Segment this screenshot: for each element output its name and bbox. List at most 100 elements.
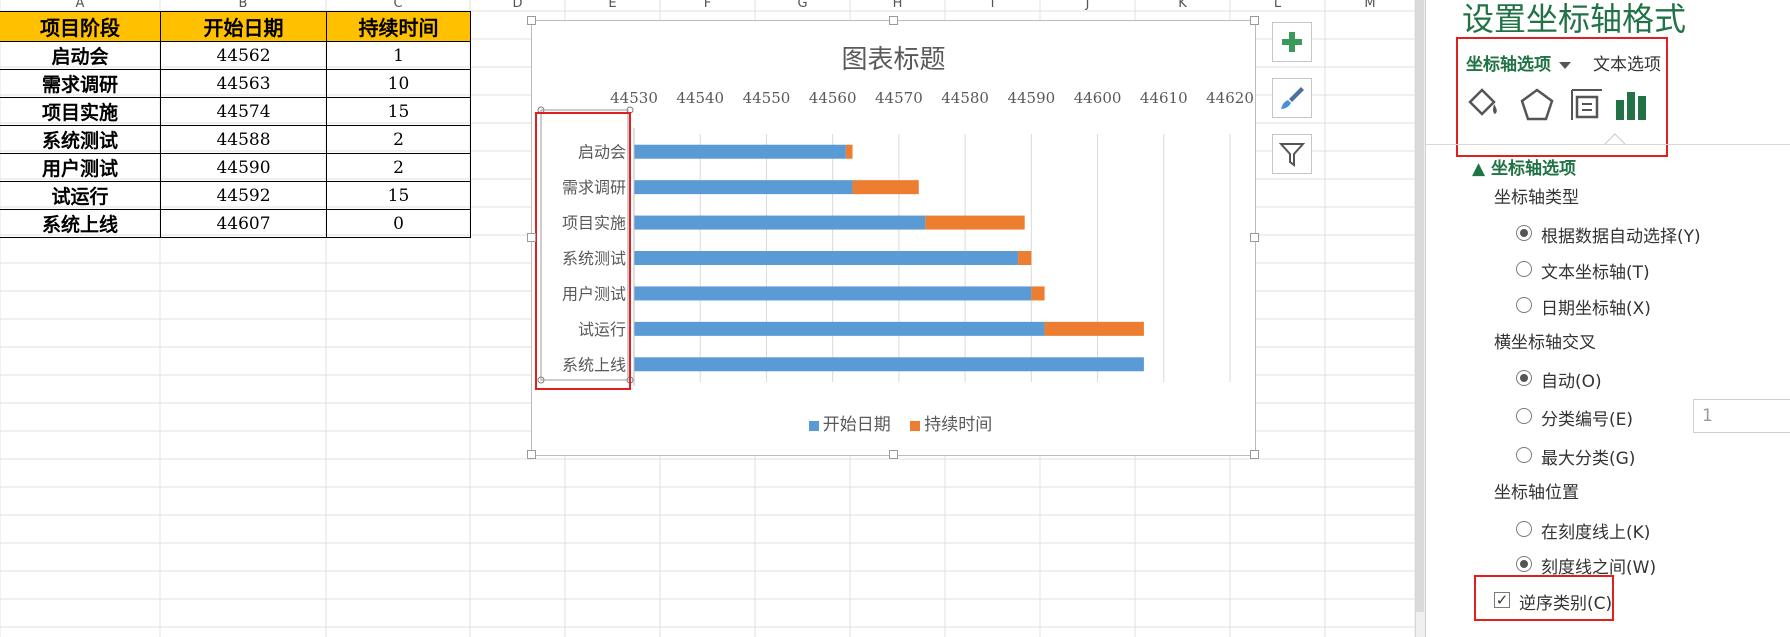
- header-stage[interactable]: 项目阶段: [0, 11, 161, 42]
- radio-text-axis[interactable]: [1516, 261, 1532, 277]
- cell-stage[interactable]: 试运行: [0, 181, 161, 210]
- table-row: 项目实施 44574 15: [0, 97, 471, 126]
- cell-stage[interactable]: 用户测试: [0, 153, 161, 182]
- cell-stage[interactable]: 系统测试: [0, 125, 161, 154]
- radio-max-category-label[interactable]: 最大分类(G): [1541, 444, 1635, 469]
- column-header-i[interactable]: I: [945, 0, 1040, 10]
- column-header-j[interactable]: J: [1040, 0, 1135, 10]
- bar-duration[interactable]: [845, 144, 853, 159]
- bar-start-date[interactable]: [634, 357, 1144, 372]
- bar-start-date[interactable]: [634, 321, 1045, 336]
- chart-filters-button[interactable]: [1272, 134, 1312, 174]
- radio-between-tick-marks[interactable]: [1516, 556, 1532, 572]
- radio-text-axis-label[interactable]: 文本坐标轴(T): [1541, 258, 1650, 283]
- radio-max-category[interactable]: [1516, 447, 1532, 463]
- pane-separator: [1426, 144, 1790, 145]
- section-axis-options[interactable]: ▲ 坐标轴选项: [1472, 154, 1576, 179]
- legend-label-duration: 持续时间: [924, 415, 993, 435]
- cell-start[interactable]: 44607: [160, 209, 327, 238]
- x-tick-label: 44610: [1140, 89, 1188, 107]
- data-table[interactable]: 项目阶段 开始日期 持续时间 启动会 44562 1 需求调研 44563 10 项目实…: [0, 11, 471, 238]
- radio-cross-auto[interactable]: [1516, 370, 1532, 386]
- cell-stage[interactable]: 系统上线: [0, 209, 161, 238]
- category-axis-highlight: [535, 112, 631, 390]
- radio-on-tick-marks-label[interactable]: 在刻度线上(K): [1541, 518, 1650, 543]
- filter-icon: [1279, 143, 1305, 167]
- category-number-input[interactable]: 1: [1693, 399, 1790, 433]
- x-tick-label: 44590: [1007, 89, 1055, 107]
- radio-cross-auto-label[interactable]: 自动(O): [1541, 367, 1602, 392]
- radio-category-number[interactable]: [1516, 408, 1532, 424]
- x-tick-label: 44570: [875, 89, 923, 107]
- column-header-k[interactable]: K: [1135, 0, 1230, 10]
- bar-start-date[interactable]: [634, 286, 1032, 301]
- section-title: 坐标轴选项: [1491, 159, 1576, 179]
- cell-duration[interactable]: 15: [326, 181, 471, 210]
- cell-stage[interactable]: 项目实施: [0, 97, 161, 126]
- bar-start-date[interactable]: [634, 144, 846, 159]
- cell-start[interactable]: 44574: [160, 97, 327, 126]
- chart-legend[interactable]: 开始日期 持续时间: [532, 410, 1255, 435]
- column-header-b[interactable]: B: [160, 0, 326, 10]
- chart-resize-handle[interactable]: [889, 16, 898, 25]
- bar-duration[interactable]: [1044, 321, 1144, 336]
- chart-plot-area[interactable]: 44530 44540 44550 44560 44570 44580 44590 44600…: [532, 21, 1255, 455]
- column-header-l[interactable]: L: [1230, 0, 1325, 10]
- chart-resize-handle[interactable]: [527, 233, 536, 242]
- chart-elements-button[interactable]: [1272, 22, 1312, 62]
- chart-resize-handle[interactable]: [1250, 16, 1259, 25]
- header-start-date[interactable]: 开始日期: [160, 11, 327, 42]
- cell-start[interactable]: 44592: [160, 181, 327, 210]
- column-header-e[interactable]: E: [565, 0, 660, 10]
- bar-start-date[interactable]: [634, 251, 1019, 265]
- cell-start[interactable]: 44562: [160, 41, 327, 70]
- chart-resize-handle[interactable]: [1250, 233, 1259, 242]
- column-header-d[interactable]: D: [470, 0, 565, 10]
- radio-auto-select[interactable]: [1516, 225, 1532, 241]
- x-tick-label: 44580: [941, 89, 989, 107]
- cell-duration[interactable]: 1: [326, 41, 471, 70]
- column-header-h[interactable]: H: [850, 0, 945, 10]
- chart-styles-button[interactable]: [1272, 78, 1312, 118]
- bar-duration[interactable]: [1018, 251, 1032, 265]
- column-header-m[interactable]: M: [1325, 0, 1415, 10]
- cell-duration[interactable]: 2: [326, 153, 471, 182]
- radio-auto-select-label[interactable]: 根据数据自动选择(Y): [1541, 222, 1701, 247]
- cell-duration[interactable]: 0: [326, 209, 471, 238]
- table-header-row: 项目阶段 开始日期 持续时间: [0, 11, 471, 42]
- cell-duration[interactable]: 10: [326, 69, 471, 98]
- column-header-f[interactable]: F: [660, 0, 755, 10]
- bar-duration[interactable]: [1031, 286, 1045, 301]
- column-header-a[interactable]: A: [0, 0, 160, 10]
- column-header-g[interactable]: G: [755, 0, 850, 10]
- radio-date-axis-label[interactable]: 日期坐标轴(X): [1541, 294, 1651, 319]
- spreadsheet-area[interactable]: ABCDEFGHIJKLM 项目阶段 开始日期 持续时间 启动会 44562 1 需…: [0, 0, 1415, 637]
- bar-start-date[interactable]: [634, 180, 853, 195]
- scrollbar-thumb[interactable]: [1416, 0, 1424, 612]
- chart-resize-handle[interactable]: [889, 450, 898, 459]
- plus-icon: [1282, 32, 1302, 52]
- legend-label-start: 开始日期: [822, 415, 891, 435]
- gantt-chart[interactable]: 图表标题 44530 44540 44550 44560 44570 44580 44590…: [531, 20, 1256, 456]
- bar-start-date[interactable]: [634, 215, 926, 230]
- chart-resize-handle[interactable]: [1250, 450, 1259, 459]
- cell-stage[interactable]: 启动会: [0, 41, 161, 70]
- header-duration[interactable]: 持续时间: [326, 11, 471, 42]
- format-axis-pane: 设置坐标轴格式 坐标轴选项 文本选项 ▲ 坐标轴选项 坐标轴类型 根据数据自动选择…: [1425, 0, 1790, 637]
- chart-resize-handle[interactable]: [527, 450, 536, 459]
- chart-resize-handle[interactable]: [527, 16, 536, 25]
- column-header-c[interactable]: C: [326, 0, 470, 10]
- cell-duration[interactable]: 2: [326, 125, 471, 154]
- cell-start[interactable]: 44563: [160, 69, 327, 98]
- radio-category-number-label[interactable]: 分类编号(E): [1541, 405, 1633, 430]
- cell-start[interactable]: 44588: [160, 125, 327, 154]
- table-row: 试运行 44592 15: [0, 181, 471, 210]
- cell-stage[interactable]: 需求调研: [0, 69, 161, 98]
- cell-start[interactable]: 44590: [160, 153, 327, 182]
- radio-date-axis[interactable]: [1516, 297, 1532, 313]
- cell-duration[interactable]: 15: [326, 97, 471, 126]
- radio-on-tick-marks[interactable]: [1516, 521, 1532, 537]
- table-row: 系统测试 44588 2: [0, 125, 471, 154]
- bar-duration[interactable]: [925, 215, 1025, 230]
- bar-duration[interactable]: [852, 180, 919, 195]
